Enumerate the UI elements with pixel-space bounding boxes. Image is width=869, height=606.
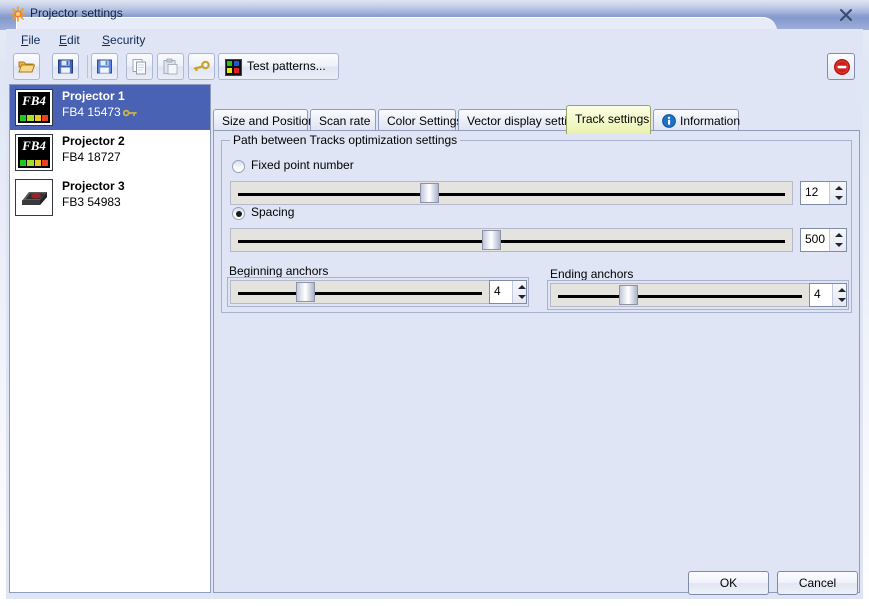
list-item-serial: FB3 54983 bbox=[62, 195, 121, 209]
tab-area: Size and Position Scan rate Color Settin… bbox=[213, 84, 860, 593]
spin-up-icon[interactable] bbox=[513, 281, 527, 292]
slider-track bbox=[238, 292, 482, 295]
groupbox-title: Path between Tracks optimization setting… bbox=[230, 133, 460, 147]
spin-down-icon[interactable] bbox=[830, 240, 847, 251]
list-item-serial: FB4 18727 bbox=[62, 150, 121, 164]
list-item-name: Projector 2 bbox=[62, 134, 125, 148]
projector-settings-window: Projector settings File Edit Security bbox=[0, 0, 869, 606]
slider-thumb[interactable] bbox=[296, 282, 315, 302]
folder-open-icon bbox=[18, 58, 35, 75]
toolbar-separator-1 bbox=[87, 55, 88, 78]
fixed-point-slider[interactable] bbox=[230, 181, 793, 205]
title-bar: Projector settings bbox=[0, 0, 869, 30]
save-as-button[interactable] bbox=[91, 53, 118, 80]
fixed-point-radio-row[interactable]: Fixed point number bbox=[232, 160, 432, 176]
fixed-point-label: Fixed point number bbox=[251, 158, 354, 172]
ending-anchors-value: 4 bbox=[814, 287, 821, 301]
tab-information-label: Information bbox=[680, 114, 740, 128]
beginning-anchors-spin[interactable]: 4 bbox=[489, 280, 527, 304]
titlebar-gloss bbox=[0, 0, 869, 14]
list-item-name: Projector 3 bbox=[62, 179, 125, 193]
spacing-value: 500 bbox=[805, 232, 825, 246]
projector-list[interactable]: FB4 Projector 1 FB4 15473 bbox=[9, 84, 211, 593]
slider-track bbox=[558, 295, 802, 298]
client-area: File Edit Security bbox=[6, 29, 863, 599]
list-item[interactable]: FB4 Projector 1 FB4 15473 bbox=[10, 85, 210, 130]
list-item-name: Projector 1 bbox=[62, 89, 125, 103]
open-button[interactable] bbox=[13, 53, 40, 80]
track-settings-panel: Path between Tracks optimization setting… bbox=[213, 130, 860, 593]
ending-anchors-spin[interactable]: 4 bbox=[809, 283, 847, 307]
menu-file-rest: ile bbox=[28, 33, 40, 47]
save-button[interactable] bbox=[52, 53, 79, 80]
stop-button[interactable] bbox=[827, 53, 855, 80]
list-item-serial: FB4 15473 bbox=[62, 105, 121, 119]
close-icon[interactable] bbox=[833, 3, 859, 27]
spacing-radio[interactable] bbox=[232, 207, 245, 220]
spin-up-icon[interactable] bbox=[830, 182, 847, 193]
spin-down-icon[interactable] bbox=[833, 295, 847, 306]
spin-down-icon[interactable] bbox=[513, 292, 527, 303]
slider-thumb[interactable] bbox=[420, 183, 439, 203]
copy-icon bbox=[131, 58, 148, 75]
list-item[interactable]: Projector 3 FB3 54983 bbox=[10, 175, 210, 220]
fb4-device-icon: FB4 bbox=[15, 134, 53, 171]
tool-bar: Test patterns... bbox=[7, 51, 862, 82]
sunburst-icon bbox=[10, 6, 26, 22]
spacing-slider[interactable] bbox=[230, 228, 793, 252]
key-icon bbox=[123, 107, 137, 122]
fixed-point-radio[interactable] bbox=[232, 160, 245, 173]
cancel-button[interactable]: Cancel bbox=[777, 571, 858, 595]
beginning-anchors-value: 4 bbox=[494, 284, 501, 298]
paste-icon bbox=[162, 58, 179, 75]
path-optimization-groupbox: Path between Tracks optimization setting… bbox=[221, 140, 852, 313]
menu-item-file[interactable]: File bbox=[14, 32, 47, 49]
floppy-disk-blue-icon bbox=[96, 58, 113, 75]
test-pattern-icon bbox=[225, 59, 242, 76]
menu-item-security[interactable]: Security bbox=[95, 32, 152, 49]
beginning-anchors-slider[interactable] bbox=[230, 280, 490, 304]
paste-button[interactable] bbox=[157, 53, 184, 80]
spin-down-icon[interactable] bbox=[830, 193, 847, 204]
slider-thumb[interactable] bbox=[619, 285, 638, 305]
stop-sign-icon bbox=[833, 58, 851, 76]
fb4-device-icon: FB4 bbox=[15, 89, 53, 126]
beginning-anchors-spin-buttons[interactable] bbox=[512, 281, 526, 303]
tab-track-settings[interactable]: Track settings bbox=[566, 105, 651, 134]
menu-edit-rest: dit bbox=[67, 33, 80, 47]
fixed-point-value: 12 bbox=[805, 185, 818, 199]
fb3-device-icon bbox=[15, 179, 53, 216]
menu-security-rest: ecurity bbox=[110, 33, 145, 47]
slider-track bbox=[238, 240, 785, 243]
spin-up-icon[interactable] bbox=[830, 229, 847, 240]
spacing-radio-row[interactable]: Spacing bbox=[232, 207, 432, 223]
key-icon bbox=[193, 58, 210, 75]
test-patterns-button[interactable]: Test patterns... bbox=[218, 53, 339, 80]
floppy-disk-icon bbox=[57, 58, 74, 75]
menu-item-edit[interactable]: Edit bbox=[52, 32, 87, 49]
list-item[interactable]: FB4 Projector 2 FB4 18727 bbox=[10, 130, 210, 175]
slider-track bbox=[238, 193, 785, 196]
menu-bar: File Edit Security bbox=[7, 31, 862, 50]
key-button[interactable] bbox=[188, 53, 215, 80]
spin-up-icon[interactable] bbox=[833, 284, 847, 295]
beginning-anchors-label: Beginning anchors bbox=[229, 264, 328, 278]
fixed-point-spin[interactable]: 12 bbox=[800, 181, 847, 205]
spacing-label: Spacing bbox=[251, 205, 294, 219]
copy-button[interactable] bbox=[126, 53, 153, 80]
fixed-point-spin-buttons[interactable] bbox=[829, 182, 846, 204]
ok-button[interactable]: OK bbox=[688, 571, 769, 595]
spacing-spin-buttons[interactable] bbox=[829, 229, 846, 251]
ending-anchors-label: Ending anchors bbox=[550, 267, 633, 281]
test-patterns-label: Test patterns... bbox=[247, 59, 326, 73]
ending-anchors-spin-buttons[interactable] bbox=[832, 284, 846, 306]
ending-anchors-slider[interactable] bbox=[550, 283, 810, 307]
slider-thumb[interactable] bbox=[482, 230, 501, 250]
tab-strip: Size and Position Scan rate Color Settin… bbox=[213, 109, 860, 131]
window-title: Projector settings bbox=[30, 6, 123, 20]
spacing-spin[interactable]: 500 bbox=[800, 228, 847, 252]
